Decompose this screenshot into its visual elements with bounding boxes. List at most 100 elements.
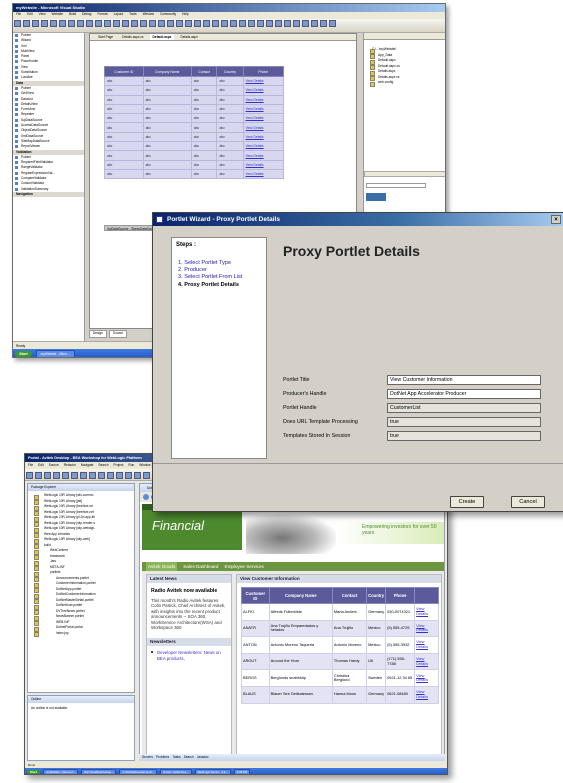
toolbar-button-icon[interactable] [143, 472, 150, 479]
view-details-link[interactable]: View Details [242, 141, 284, 152]
toolbar-button-icon[interactable] [95, 20, 102, 27]
toolbar-button-icon[interactable] [149, 20, 156, 27]
view-details-link[interactable]: View Details [414, 669, 439, 687]
view-details-link[interactable]: View Details [414, 619, 439, 638]
toolbar-button-icon[interactable] [293, 20, 300, 27]
taskbar-item[interactable]: http://localhost/webap... [81, 769, 117, 774]
workshop-menu-item[interactable]: Edit [38, 462, 44, 469]
vs-doc-tab[interactable]: Start Page [95, 34, 116, 40]
taskbar-item[interactable]: myWebsite - Micro... [35, 350, 75, 357]
view-details-link[interactable]: View Details [242, 131, 284, 143]
toolbar-button-icon[interactable] [26, 472, 33, 479]
workshop-menu-item[interactable]: Run [128, 462, 134, 469]
view-details-link[interactable]: View Details [414, 652, 439, 671]
toolbox-section-header[interactable]: Navigation [13, 191, 84, 198]
vs-menu-item[interactable]: Edit [27, 12, 33, 19]
back-icon[interactable] [143, 494, 149, 500]
toolbar-button-icon[interactable] [239, 20, 246, 27]
newsletter-link[interactable]: Developer Newsletters: News on BEA produ… [157, 650, 221, 660]
vs-menu-item[interactable]: Layout [114, 12, 124, 19]
toolbar-button-icon[interactable] [257, 20, 264, 27]
vs-menu-item[interactable]: Tools [129, 12, 136, 19]
toolbar-button-icon[interactable] [320, 20, 327, 27]
field-input[interactable]: View Customer Information [387, 375, 541, 385]
portal-nav-tab[interactable]: Sales Dashboard [183, 562, 218, 571]
toolbar-button-icon[interactable] [311, 20, 318, 27]
workshop-menu-item[interactable]: Search [98, 462, 108, 469]
view-details-link[interactable]: View Details [242, 94, 284, 105]
bottom-view-tab[interactable]: Problems [156, 754, 169, 761]
taskbar-item[interactable]: myWebsite - Microsof... [42, 769, 79, 774]
workshop-menu-item[interactable]: Navigate [81, 462, 94, 469]
toolbar-button-icon[interactable] [203, 20, 210, 27]
wizard-step[interactable]: 3. Select Portlet From List [178, 274, 242, 281]
workshop-menu-item[interactable]: Refactor [64, 462, 76, 469]
vs-menu-item[interactable]: Help [182, 12, 189, 19]
view-details-link[interactable]: View Details [414, 636, 439, 654]
workshop-menu-item[interactable]: File [28, 462, 33, 469]
toolbar-button-icon[interactable] [185, 20, 192, 27]
toolbar-button-icon[interactable] [41, 20, 48, 27]
toolbar-button-icon[interactable] [53, 472, 60, 479]
toolbar-button-icon[interactable] [134, 472, 141, 479]
bottom-view-tab[interactable]: Search [184, 754, 194, 761]
toolbar-button-icon[interactable] [284, 20, 291, 27]
start-button[interactable]: Start [15, 351, 32, 357]
vs-menu-item[interactable]: File [16, 12, 21, 19]
vs-gridview-design[interactable]: Customer ID Company Name Contact Country Pho… [104, 66, 284, 180]
create-button[interactable]: Create [450, 496, 484, 508]
toolbar-button-icon[interactable] [98, 472, 105, 479]
toolbox-item[interactable]: ReportViewer [13, 144, 84, 149]
toolbar-button-icon[interactable] [86, 20, 93, 27]
toolbar-button-icon[interactable] [62, 472, 69, 479]
toolbar-button-icon[interactable] [32, 20, 39, 27]
view-details-link[interactable]: View Details [242, 168, 284, 180]
view-details-link[interactable]: View Details [242, 113, 284, 124]
start-button[interactable]: Start [27, 770, 40, 774]
toolbar-button-icon[interactable] [158, 20, 165, 27]
toolbar-button-icon[interactable] [89, 472, 96, 479]
vs-menu-item[interactable]: Debug [82, 12, 91, 19]
bottom-view-tab[interactable]: Servers [142, 754, 153, 761]
cancel-button[interactable]: Cancel [511, 496, 545, 508]
vs-menu-item[interactable]: Format [97, 12, 107, 19]
view-details-link[interactable]: View Details [242, 85, 284, 96]
package-tree-item[interactable]: index.jsp [30, 631, 134, 637]
vs-menu-item[interactable]: Window [143, 12, 154, 19]
vs-view-tab[interactable]: Design [89, 330, 107, 338]
toolbar-button-icon[interactable] [35, 472, 42, 479]
toolbar-button-icon[interactable] [329, 20, 336, 27]
vs-menu-item[interactable]: Community [160, 12, 176, 19]
toolbar-button-icon[interactable] [77, 20, 84, 27]
vs-doc-tab[interactable]: Default.aspx [149, 34, 175, 40]
view-details-link[interactable]: View Details [242, 159, 284, 170]
outline-tab[interactable]: Outline [28, 696, 134, 703]
wizard-close-button[interactable]: × [551, 215, 561, 224]
toolbar-button-icon[interactable] [275, 20, 282, 27]
toolbar-button-icon[interactable] [80, 472, 87, 479]
toolbar-button-icon[interactable] [107, 472, 114, 479]
wizard-step[interactable]: 1. Select Portlet Type [178, 260, 242, 267]
view-details-link[interactable]: View Details [242, 75, 284, 87]
toolbar-button-icon[interactable] [125, 472, 132, 479]
vs-menu-item[interactable]: Build [69, 12, 76, 19]
bottom-view-tab[interactable]: Javadoc [197, 754, 209, 761]
package-explorer-tab[interactable]: Package Explorer [28, 484, 134, 491]
workshop-menu-item[interactable]: Window [139, 462, 150, 469]
taskbar-item[interactable]: WebLogic Server - 9.2... [194, 769, 231, 774]
toolbar-button-icon[interactable] [50, 20, 57, 27]
toolbox-item[interactable]: Localize [13, 75, 84, 80]
toolbar-button-icon[interactable] [68, 20, 75, 27]
toolbar-button-icon[interactable] [230, 20, 237, 27]
toolbar-button-icon[interactable] [176, 20, 183, 27]
vs-view-tab[interactable]: Source [108, 330, 128, 338]
workshop-menu-item[interactable]: Project [114, 462, 124, 469]
toolbar-button-icon[interactable] [131, 20, 138, 27]
workshop-menu-item[interactable]: Source [49, 462, 59, 469]
toolbar-button-icon[interactable] [194, 20, 201, 27]
toolbar-button-icon[interactable] [44, 472, 51, 479]
view-details-link[interactable]: View Details [414, 685, 439, 704]
toolbar-button-icon[interactable] [14, 20, 21, 27]
toolbar-button-icon[interactable] [59, 20, 66, 27]
toolbar-button-icon[interactable] [302, 20, 309, 27]
